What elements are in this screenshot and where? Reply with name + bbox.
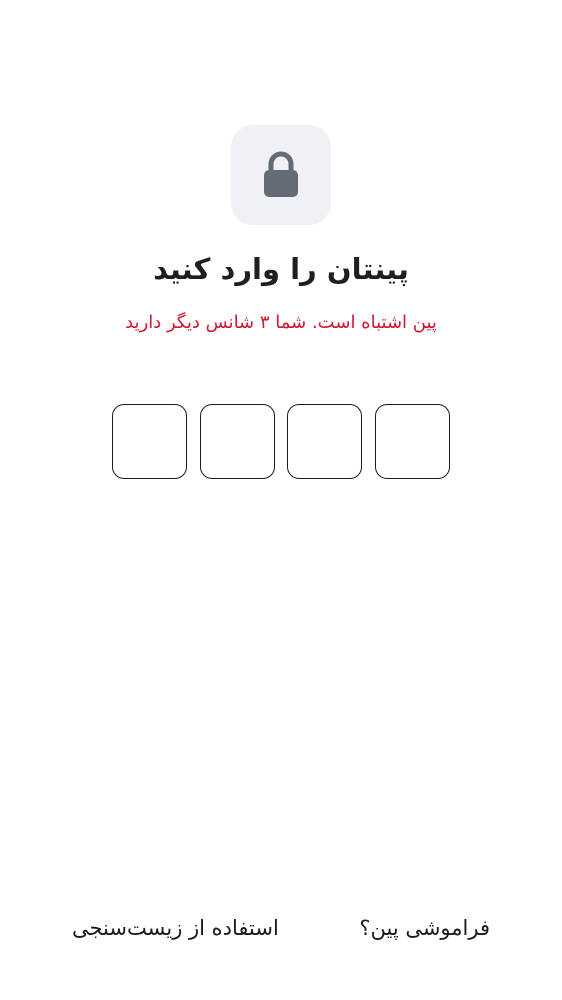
error-message: پین اشتباه است. شما ۳ شانس دیگر دارید <box>125 312 437 333</box>
page-title: پینتان را وارد کنید <box>153 252 409 286</box>
pin-digit-box[interactable] <box>374 404 450 479</box>
pin-input-row <box>112 404 450 479</box>
pin-entry-screen: پینتان را وارد کنید پین اشتباه است. شما … <box>0 0 562 1000</box>
pin-digit-box[interactable] <box>287 404 363 479</box>
forgot-pin-button[interactable]: فراموشی پین؟ <box>359 916 490 940</box>
lock-tile <box>231 125 331 225</box>
pin-digit-box[interactable] <box>199 404 275 479</box>
lock-icon <box>262 151 300 199</box>
use-biometric-button[interactable]: استفاده از زیست‌سنجی <box>72 916 279 940</box>
pin-digit-box[interactable] <box>112 404 187 479</box>
